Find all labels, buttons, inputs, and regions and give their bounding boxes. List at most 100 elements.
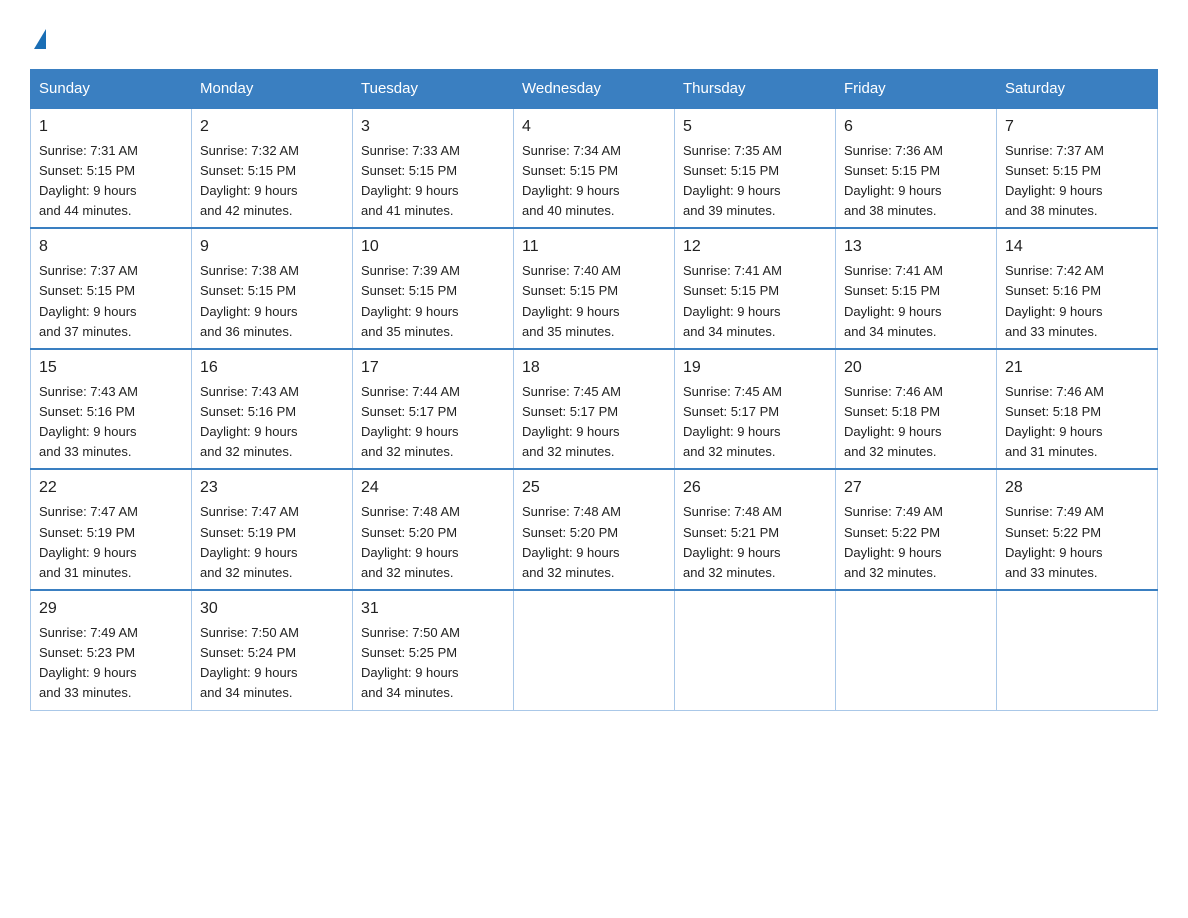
header-wednesday: Wednesday <box>514 69 675 108</box>
day-number: 9 <box>200 235 344 259</box>
day-info: Sunrise: 7:37 AMSunset: 5:15 PMDaylight:… <box>39 263 138 338</box>
calendar-cell: 8 Sunrise: 7:37 AMSunset: 5:15 PMDayligh… <box>31 228 192 349</box>
logo <box>30 20 46 49</box>
day-number: 20 <box>844 356 988 380</box>
calendar-cell: 14 Sunrise: 7:42 AMSunset: 5:16 PMDaylig… <box>997 228 1158 349</box>
week-row-1: 1 Sunrise: 7:31 AMSunset: 5:15 PMDayligh… <box>31 108 1158 229</box>
day-info: Sunrise: 7:50 AMSunset: 5:24 PMDaylight:… <box>200 625 299 700</box>
calendar-cell: 4 Sunrise: 7:34 AMSunset: 5:15 PMDayligh… <box>514 108 675 229</box>
day-number: 22 <box>39 476 183 500</box>
day-info: Sunrise: 7:41 AMSunset: 5:15 PMDaylight:… <box>683 263 782 338</box>
day-info: Sunrise: 7:49 AMSunset: 5:22 PMDaylight:… <box>1005 504 1104 579</box>
header-sunday: Sunday <box>31 69 192 108</box>
week-row-3: 15 Sunrise: 7:43 AMSunset: 5:16 PMDaylig… <box>31 349 1158 470</box>
day-number: 2 <box>200 115 344 139</box>
day-info: Sunrise: 7:37 AMSunset: 5:15 PMDaylight:… <box>1005 143 1104 218</box>
calendar-cell: 15 Sunrise: 7:43 AMSunset: 5:16 PMDaylig… <box>31 349 192 470</box>
calendar-cell: 9 Sunrise: 7:38 AMSunset: 5:15 PMDayligh… <box>192 228 353 349</box>
logo-triangle-icon <box>34 29 46 49</box>
day-number: 31 <box>361 597 505 621</box>
day-info: Sunrise: 7:49 AMSunset: 5:23 PMDaylight:… <box>39 625 138 700</box>
calendar-cell: 13 Sunrise: 7:41 AMSunset: 5:15 PMDaylig… <box>836 228 997 349</box>
calendar-cell: 7 Sunrise: 7:37 AMSunset: 5:15 PMDayligh… <box>997 108 1158 229</box>
week-row-5: 29 Sunrise: 7:49 AMSunset: 5:23 PMDaylig… <box>31 590 1158 710</box>
day-number: 19 <box>683 356 827 380</box>
calendar-cell: 30 Sunrise: 7:50 AMSunset: 5:24 PMDaylig… <box>192 590 353 710</box>
day-info: Sunrise: 7:39 AMSunset: 5:15 PMDaylight:… <box>361 263 460 338</box>
day-info: Sunrise: 7:47 AMSunset: 5:19 PMDaylight:… <box>39 504 138 579</box>
calendar-cell: 20 Sunrise: 7:46 AMSunset: 5:18 PMDaylig… <box>836 349 997 470</box>
day-info: Sunrise: 7:48 AMSunset: 5:20 PMDaylight:… <box>522 504 621 579</box>
calendar-cell: 5 Sunrise: 7:35 AMSunset: 5:15 PMDayligh… <box>675 108 836 229</box>
day-info: Sunrise: 7:45 AMSunset: 5:17 PMDaylight:… <box>522 384 621 459</box>
day-number: 15 <box>39 356 183 380</box>
logo-top-row <box>30 20 46 49</box>
header-friday: Friday <box>836 69 997 108</box>
calendar-cell: 6 Sunrise: 7:36 AMSunset: 5:15 PMDayligh… <box>836 108 997 229</box>
calendar-cell: 11 Sunrise: 7:40 AMSunset: 5:15 PMDaylig… <box>514 228 675 349</box>
header-saturday: Saturday <box>997 69 1158 108</box>
calendar-cell: 3 Sunrise: 7:33 AMSunset: 5:15 PMDayligh… <box>353 108 514 229</box>
day-info: Sunrise: 7:50 AMSunset: 5:25 PMDaylight:… <box>361 625 460 700</box>
calendar-cell: 18 Sunrise: 7:45 AMSunset: 5:17 PMDaylig… <box>514 349 675 470</box>
calendar-cell: 1 Sunrise: 7:31 AMSunset: 5:15 PMDayligh… <box>31 108 192 229</box>
calendar-cell: 27 Sunrise: 7:49 AMSunset: 5:22 PMDaylig… <box>836 469 997 590</box>
header-thursday: Thursday <box>675 69 836 108</box>
calendar-cell: 31 Sunrise: 7:50 AMSunset: 5:25 PMDaylig… <box>353 590 514 710</box>
day-number: 17 <box>361 356 505 380</box>
calendar-cell <box>514 590 675 710</box>
day-info: Sunrise: 7:43 AMSunset: 5:16 PMDaylight:… <box>200 384 299 459</box>
page-header <box>30 20 1158 49</box>
calendar-cell: 17 Sunrise: 7:44 AMSunset: 5:17 PMDaylig… <box>353 349 514 470</box>
day-number: 11 <box>522 235 666 259</box>
week-row-2: 8 Sunrise: 7:37 AMSunset: 5:15 PMDayligh… <box>31 228 1158 349</box>
day-number: 1 <box>39 115 183 139</box>
calendar-cell: 25 Sunrise: 7:48 AMSunset: 5:20 PMDaylig… <box>514 469 675 590</box>
day-info: Sunrise: 7:47 AMSunset: 5:19 PMDaylight:… <box>200 504 299 579</box>
calendar-cell: 29 Sunrise: 7:49 AMSunset: 5:23 PMDaylig… <box>31 590 192 710</box>
day-number: 12 <box>683 235 827 259</box>
calendar-cell: 24 Sunrise: 7:48 AMSunset: 5:20 PMDaylig… <box>353 469 514 590</box>
day-number: 10 <box>361 235 505 259</box>
week-row-4: 22 Sunrise: 7:47 AMSunset: 5:19 PMDaylig… <box>31 469 1158 590</box>
day-number: 29 <box>39 597 183 621</box>
day-info: Sunrise: 7:38 AMSunset: 5:15 PMDaylight:… <box>200 263 299 338</box>
day-number: 28 <box>1005 476 1149 500</box>
calendar-cell: 28 Sunrise: 7:49 AMSunset: 5:22 PMDaylig… <box>997 469 1158 590</box>
day-number: 26 <box>683 476 827 500</box>
day-number: 25 <box>522 476 666 500</box>
calendar-cell: 16 Sunrise: 7:43 AMSunset: 5:16 PMDaylig… <box>192 349 353 470</box>
day-info: Sunrise: 7:36 AMSunset: 5:15 PMDaylight:… <box>844 143 943 218</box>
calendar-cell <box>836 590 997 710</box>
calendar-cell: 2 Sunrise: 7:32 AMSunset: 5:15 PMDayligh… <box>192 108 353 229</box>
day-info: Sunrise: 7:46 AMSunset: 5:18 PMDaylight:… <box>1005 384 1104 459</box>
day-number: 23 <box>200 476 344 500</box>
day-info: Sunrise: 7:35 AMSunset: 5:15 PMDaylight:… <box>683 143 782 218</box>
day-info: Sunrise: 7:32 AMSunset: 5:15 PMDaylight:… <box>200 143 299 218</box>
day-number: 21 <box>1005 356 1149 380</box>
day-number: 18 <box>522 356 666 380</box>
day-number: 8 <box>39 235 183 259</box>
calendar-cell <box>675 590 836 710</box>
day-info: Sunrise: 7:48 AMSunset: 5:21 PMDaylight:… <box>683 504 782 579</box>
day-number: 30 <box>200 597 344 621</box>
calendar-cell <box>997 590 1158 710</box>
day-info: Sunrise: 7:31 AMSunset: 5:15 PMDaylight:… <box>39 143 138 218</box>
calendar-cell: 19 Sunrise: 7:45 AMSunset: 5:17 PMDaylig… <box>675 349 836 470</box>
day-number: 4 <box>522 115 666 139</box>
day-info: Sunrise: 7:48 AMSunset: 5:20 PMDaylight:… <box>361 504 460 579</box>
day-info: Sunrise: 7:41 AMSunset: 5:15 PMDaylight:… <box>844 263 943 338</box>
day-info: Sunrise: 7:49 AMSunset: 5:22 PMDaylight:… <box>844 504 943 579</box>
header-monday: Monday <box>192 69 353 108</box>
day-number: 24 <box>361 476 505 500</box>
day-number: 7 <box>1005 115 1149 139</box>
header-tuesday: Tuesday <box>353 69 514 108</box>
calendar-cell: 21 Sunrise: 7:46 AMSunset: 5:18 PMDaylig… <box>997 349 1158 470</box>
day-info: Sunrise: 7:45 AMSunset: 5:17 PMDaylight:… <box>683 384 782 459</box>
calendar-cell: 22 Sunrise: 7:47 AMSunset: 5:19 PMDaylig… <box>31 469 192 590</box>
day-number: 5 <box>683 115 827 139</box>
calendar-table: SundayMondayTuesdayWednesdayThursdayFrid… <box>30 69 1158 711</box>
day-info: Sunrise: 7:44 AMSunset: 5:17 PMDaylight:… <box>361 384 460 459</box>
day-info: Sunrise: 7:34 AMSunset: 5:15 PMDaylight:… <box>522 143 621 218</box>
calendar-cell: 12 Sunrise: 7:41 AMSunset: 5:15 PMDaylig… <box>675 228 836 349</box>
